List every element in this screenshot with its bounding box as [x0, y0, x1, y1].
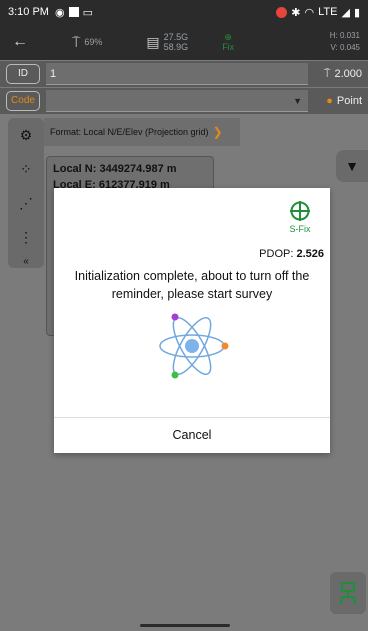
sd-card-icon: ▤ — [146, 33, 160, 50]
chevron-right-icon: ❯ — [212, 125, 223, 139]
satellite-button[interactable]: ▼ — [336, 150, 368, 182]
more-vertical-icon: ⋮ — [19, 228, 33, 245]
pdop-label: PDOP: — [259, 248, 294, 260]
polyline-icon: ⋰ — [19, 194, 33, 211]
sidebar: ⚙ ⁘ ⋰ ⋮ « — [8, 118, 44, 268]
id-input[interactable]: 1 — [46, 63, 308, 85]
arrow-left-icon: ← — [12, 33, 28, 50]
dropdown-arrow-icon[interactable]: ▼ — [293, 90, 302, 112]
toolbar: ← ⍑ 69% ▤ 27.5G 58.9G ⊕ Fix H: 0.031 V: … — [0, 24, 368, 60]
crosshair-icon — [290, 201, 310, 221]
battery-percent: 69% — [84, 37, 103, 47]
nav-gesture-bar[interactable] — [140, 624, 230, 627]
wifi-icon: ◠ — [304, 6, 315, 19]
storage-total: 58.9G — [163, 42, 189, 52]
points-icon: ⁘ — [20, 160, 32, 177]
receiver-icon: ⍑ — [72, 33, 81, 50]
precision-info: H: 0.031 V: 0.045 — [330, 30, 368, 54]
point-dot-icon: ● — [326, 95, 333, 107]
fix-status-label: S-Fix — [289, 224, 311, 234]
points-button[interactable]: ⁘ — [8, 152, 44, 186]
line-button[interactable]: ⋰ — [8, 186, 44, 220]
app-notification-icon — [68, 7, 79, 17]
cancel-button[interactable]: Cancel — [54, 418, 330, 453]
status-bar: 3:10 PM ◉ ▭ ✱ ◠ LTE ◢ ▮ — [0, 0, 368, 24]
id-label: ID — [6, 64, 40, 84]
signal-icon: ◢ — [341, 6, 350, 19]
record-icon: ◉ — [54, 6, 65, 19]
code-input[interactable]: ▼ — [46, 90, 308, 112]
code-label: Code — [6, 91, 40, 111]
chevron-up-icon: « — [23, 255, 29, 267]
collapse-button[interactable]: « — [8, 254, 44, 268]
settings-gear-button[interactable]: ⚙ — [8, 118, 44, 152]
fix-status: S-Fix — [280, 200, 320, 234]
point-type[interactable]: ● Point — [308, 95, 368, 107]
battery-icon: ▮ — [353, 6, 360, 19]
sim-icon: ▭ — [82, 6, 93, 19]
network-label: LTE — [318, 6, 338, 18]
pdop-readout: PDOP: 2.526 — [259, 248, 324, 260]
storage-used: 27.5G — [163, 32, 189, 42]
antenna-icon: ⍑ — [323, 67, 331, 80]
fix-indicator: ⊕ Fix — [222, 32, 234, 52]
format-text: Format: Local N/E/Elev (Projection grid) — [50, 127, 209, 137]
dialog-message: Initialization complete, about to turn o… — [74, 269, 310, 301]
storage-values: 27.5G 58.9G — [164, 32, 189, 52]
gear-icon: ⚙ — [19, 126, 33, 143]
code-row: Code ▼ ● Point — [0, 88, 368, 114]
back-button[interactable]: ← — [0, 33, 40, 51]
receiver-battery: ⍑ 69% — [72, 34, 102, 51]
status-right: ✱ ◠ LTE ◢ ▮ — [276, 6, 360, 19]
point-label: Point — [336, 95, 362, 107]
survey-point-button[interactable] — [330, 572, 366, 614]
h-precision: H: 0.031 — [329, 31, 360, 40]
antenna-height[interactable]: ⍑ 2.000 — [308, 68, 368, 81]
crosshair-icon: ⊕ — [224, 32, 232, 42]
atom-icon — [159, 313, 229, 379]
notification-icons: ◉ ▭ — [55, 6, 93, 19]
status-time: 3:10 PM — [8, 6, 49, 18]
id-row: ID 1 ⍑ 2.000 — [0, 61, 368, 87]
survey-tripod-icon — [339, 582, 357, 605]
local-n-value: Local N: 3449274.987 m — [53, 163, 177, 175]
bluetooth-icon: ✱ — [291, 6, 301, 19]
format-selector[interactable]: Format: Local N/E/Elev (Projection grid)… — [44, 118, 240, 146]
initialization-dialog: S-Fix PDOP: 2.526 Initialization complet… — [54, 188, 330, 453]
fix-label: Fix — [222, 42, 235, 52]
pdop-value: 2.526 — [296, 248, 324, 260]
satellite-dish-icon: ▼ — [345, 158, 359, 174]
alert-icon — [276, 6, 288, 18]
height-value: 2.000 — [334, 68, 362, 80]
storage-info: ▤ 27.5G 58.9G — [146, 32, 188, 52]
more-button[interactable]: ⋮ — [8, 220, 44, 254]
v-precision: V: 0.045 — [330, 43, 360, 52]
